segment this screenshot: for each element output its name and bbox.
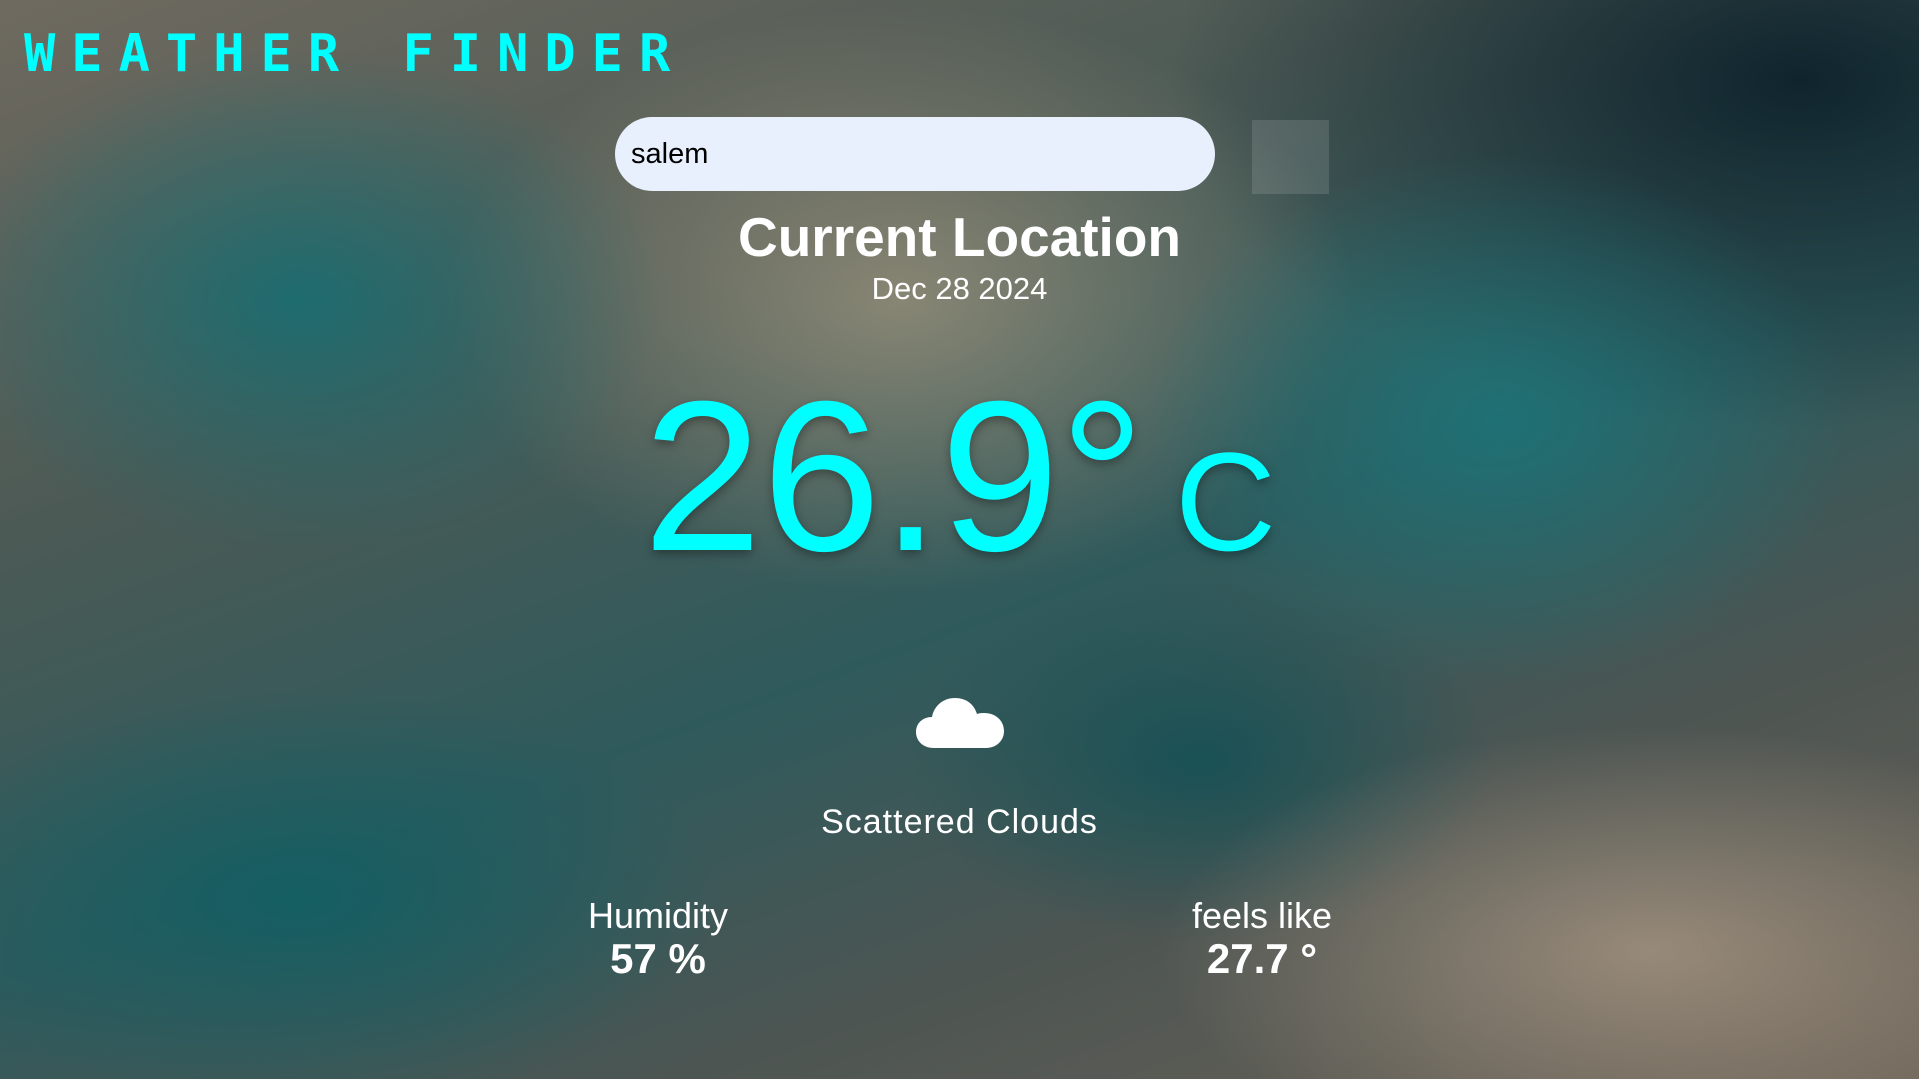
feels-like-stat: feels like 27.7 ° (1112, 895, 1412, 983)
feels-like-label: feels like (1191, 895, 1333, 936)
humidity-value: 57 % (610, 935, 706, 983)
weather-condition: Scattered Clouds (821, 803, 1098, 841)
temperature-unit: C (1174, 423, 1277, 580)
search-input[interactable] (615, 117, 1215, 191)
search-button[interactable] (1252, 120, 1329, 194)
temperature-display: 26.9° C (0, 370, 1919, 584)
location-title: Current Location (737, 206, 1182, 268)
cloud-icon (916, 698, 1004, 748)
current-date: Dec 28 2024 (871, 271, 1048, 306)
humidity-stat: Humidity 57 % (508, 895, 808, 983)
app-title: WEATHER FINDER (24, 24, 687, 84)
temperature-value: 26.9° (642, 357, 1145, 596)
feels-like-value: 27.7 ° (1206, 935, 1318, 983)
humidity-label: Humidity (587, 895, 729, 936)
